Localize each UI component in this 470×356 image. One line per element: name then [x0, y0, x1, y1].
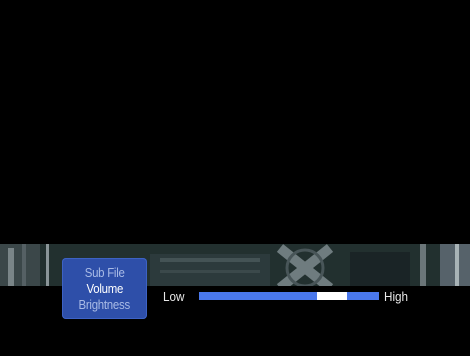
slider-low-label: Low [163, 289, 185, 304]
settings-menu: Sub File Volume Brightness [62, 258, 147, 319]
volume-slider[interactable] [199, 292, 379, 300]
menu-item-volume[interactable]: Volume [86, 281, 123, 297]
slider-fill [199, 292, 333, 300]
menu-item-brightness[interactable]: Brightness [79, 297, 131, 313]
slider-thumb[interactable] [317, 292, 348, 300]
slider-high-label: High [384, 289, 409, 304]
menu-item-sub-file[interactable]: Sub File [85, 265, 125, 281]
